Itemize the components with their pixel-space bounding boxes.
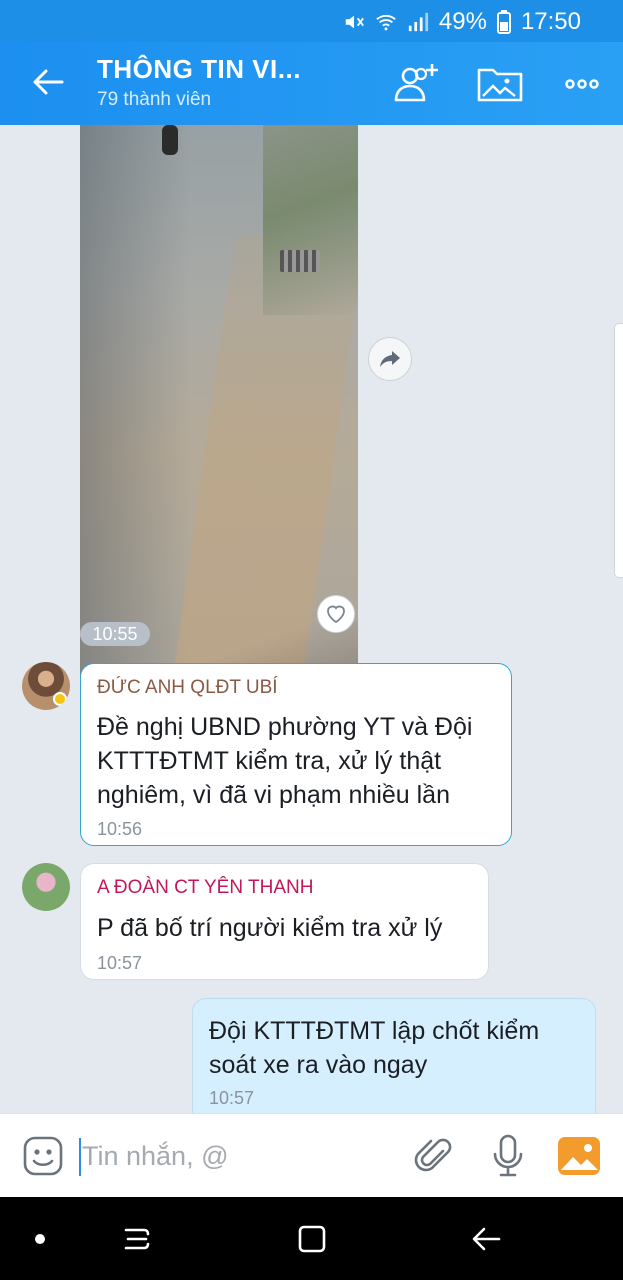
share-button[interactable] (368, 337, 412, 381)
text-caret (79, 1138, 81, 1176)
photo-motorbike (162, 125, 178, 155)
key-badge-icon (53, 692, 67, 706)
wifi-icon (376, 14, 396, 31)
message-line: nghiêm, vì đã vi phạm nhiều lần (97, 781, 450, 809)
system-back-button[interactable] (466, 1219, 506, 1259)
message-text: Đề nghị UBND phường YT và Đội KTTTĐTMT k… (97, 710, 472, 812)
message-line: KTTTĐTMT kiểm tra, xử lý thật (97, 747, 442, 775)
nav-dot-button[interactable] (20, 1219, 60, 1259)
message-list[interactable]: 10:55 ĐỨC ANH QLĐT UBÍ Đề nghị UBND phườ… (0, 125, 623, 1113)
scroll-handle[interactable] (614, 323, 623, 578)
more-icon[interactable] (558, 62, 610, 106)
message-time: 10:57 (209, 1088, 255, 1108)
add-member-icon[interactable] (388, 62, 440, 106)
status-bar: 49% 17:50 (0, 0, 623, 42)
attach-button[interactable] (411, 1134, 455, 1178)
photo-picker-button[interactable] (557, 1134, 601, 1178)
message-line: Đề nghị UBND phường YT và Đội (97, 713, 473, 741)
message-text: P đã bố trí người kiểm tra xử lý (97, 914, 443, 942)
avatar[interactable] (22, 662, 70, 710)
share-icon (380, 351, 400, 367)
clock: 17:50 (520, 8, 581, 35)
message-line: soát xe ra vào ngay (209, 1051, 428, 1079)
sender-name[interactable]: A ĐOÀN CT YÊN THANH (97, 877, 313, 899)
message-time: 10:56 (97, 819, 143, 839)
photo-drain-grate (280, 250, 320, 272)
heart-icon (327, 605, 345, 624)
sticker-icon (23, 1136, 63, 1176)
battery-percent: 49% (438, 8, 487, 35)
photo-curb (263, 125, 358, 315)
group-title[interactable]: THÔNG TIN VI... (97, 54, 301, 85)
like-button[interactable] (317, 595, 355, 633)
nav-dot-icon (35, 1234, 45, 1244)
message-bubble[interactable]: A ĐOÀN CT YÊN THANH P đã bố trí người ki… (80, 863, 489, 980)
message-text: Đội KTTTĐTMT lập chốt kiểm soát xe ra và… (209, 1014, 539, 1082)
voice-button[interactable] (486, 1134, 530, 1178)
sticker-button[interactable] (21, 1134, 65, 1178)
gallery-icon[interactable] (474, 62, 526, 106)
message-time: 10:57 (97, 953, 143, 973)
message-input[interactable] (82, 1136, 382, 1176)
message-line: Đội KTTTĐTMT lập chốt kiểm (209, 1017, 540, 1045)
back-arrow-icon[interactable] (28, 62, 68, 102)
recents-icon (124, 1228, 150, 1250)
image-time: 10:55 (80, 622, 150, 646)
home-button[interactable] (292, 1219, 332, 1259)
chat-header: THÔNG TIN VI... 79 thành viên (0, 42, 623, 125)
member-count[interactable]: 79 thành viên (97, 89, 211, 111)
sender-name[interactable]: ĐỨC ANH QLĐT UBÍ (97, 677, 278, 699)
system-nav-bar (0, 1197, 623, 1280)
mute-icon (345, 15, 364, 29)
message-composer (0, 1113, 623, 1197)
outgoing-message-bubble[interactable]: Đội KTTTĐTMT lập chốt kiểm soát xe ra và… (192, 998, 596, 1113)
paperclip-icon (414, 1138, 452, 1172)
nav-back-icon (472, 1227, 501, 1251)
home-icon (298, 1225, 326, 1253)
image-icon (558, 1137, 600, 1175)
status-icons: 49% 17:50 (343, 8, 581, 36)
microphone-icon (493, 1134, 523, 1177)
avatar[interactable] (22, 863, 70, 911)
battery-icon (496, 10, 511, 34)
recents-button[interactable] (117, 1219, 157, 1259)
message-bubble[interactable]: ĐỨC ANH QLĐT UBÍ Đề nghị UBND phường YT … (80, 663, 512, 846)
signal-icon (408, 12, 428, 32)
